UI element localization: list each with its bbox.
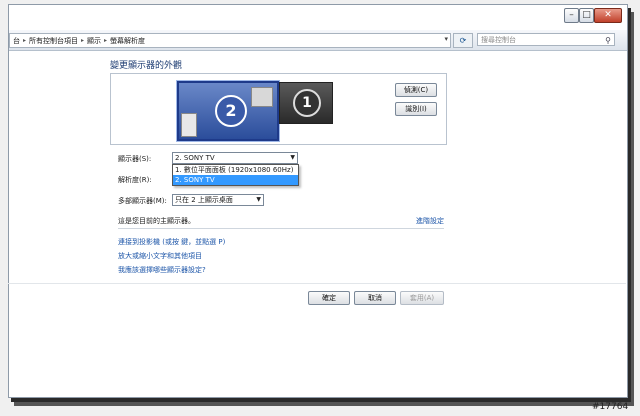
divider xyxy=(118,228,444,229)
advanced-settings-link[interactable]: 進階設定 xyxy=(416,216,444,226)
multi-display-value: 只在 2 上顯示桌面 xyxy=(175,196,233,204)
apply-button[interactable]: 套用(A) xyxy=(400,291,444,305)
dropdown-option[interactable]: 1. 數位平面面板 (1920x1080 60Hz) xyxy=(173,165,298,175)
dropdown-option[interactable]: 2. SONY TV xyxy=(173,175,298,185)
monitor-2[interactable]: 2 xyxy=(177,81,279,141)
search-icon: ⚲ xyxy=(605,36,611,45)
monitor-number: 1 xyxy=(293,89,321,117)
close-button[interactable]: ✕ xyxy=(594,8,622,23)
window-thumbnail xyxy=(251,87,273,107)
main-display-text: 這是您目前的主顯示器。 xyxy=(118,217,195,225)
address-bar[interactable]: 台 ▸ 所有控制台項目 ▸ 顯示 ▸ 螢幕解析度 ▾ xyxy=(9,33,451,48)
minimize-button[interactable]: – xyxy=(564,8,579,23)
multi-display-label: 多部顯示器(M): xyxy=(118,197,167,205)
address-toolbar: 台 ▸ 所有控制台項目 ▸ 顯示 ▸ 螢幕解析度 ▾ ⟳ 搜尋控制台 ⚲ xyxy=(9,30,627,51)
display-dropdown-list: 1. 數位平面面板 (1920x1080 60Hz) 2. SONY TV xyxy=(172,164,299,186)
page-title: 變更顯示器的外觀 xyxy=(110,61,183,71)
detect-button[interactable]: 偵測(C) xyxy=(395,83,437,97)
resolution-label: 解析度(R): xyxy=(118,176,152,184)
monitor-1[interactable]: 1 xyxy=(279,82,333,124)
watermark: #17764 xyxy=(592,402,629,412)
multi-display-select[interactable]: 只在 2 上顯示桌面 ▼ xyxy=(172,194,264,206)
breadcrumb-item[interactable]: 所有控制台項目 xyxy=(26,36,81,46)
divider xyxy=(8,283,626,284)
maximize-button[interactable]: □ xyxy=(579,8,594,23)
breadcrumb-item[interactable]: 台 xyxy=(10,36,23,46)
display-select[interactable]: 2. SONY TV ▼ xyxy=(172,152,298,164)
cancel-button[interactable]: 取消 xyxy=(354,291,396,305)
text-size-link[interactable]: 放大或縮小文字和其他項目 xyxy=(118,251,202,261)
projector-link[interactable]: 連接到投影機 (或按 鍵，並點選 P) xyxy=(118,237,225,247)
title-bar: – □ ✕ xyxy=(9,5,627,29)
search-input[interactable]: 搜尋控制台 ⚲ xyxy=(477,33,615,46)
help-link[interactable]: 我應該選擇哪些顯示器設定? xyxy=(118,265,206,275)
chevron-down-icon[interactable]: ▾ xyxy=(444,35,448,43)
window-thumbnail xyxy=(181,113,197,137)
breadcrumb-item[interactable]: 螢幕解析度 xyxy=(107,36,148,46)
chevron-down-icon: ▼ xyxy=(290,154,295,161)
search-placeholder: 搜尋控制台 xyxy=(481,36,516,44)
monitor-preview: 2 1 偵測(C) 識別(I) xyxy=(110,73,447,145)
monitor-number: 2 xyxy=(215,95,247,127)
refresh-icon[interactable]: ⟳ xyxy=(453,33,473,48)
display-label: 顯示器(S): xyxy=(118,155,152,163)
ok-button[interactable]: 確定 xyxy=(308,291,350,305)
chevron-down-icon: ▼ xyxy=(256,196,261,203)
identify-button[interactable]: 識別(I) xyxy=(395,102,437,116)
breadcrumb-item[interactable]: 顯示 xyxy=(84,36,104,46)
display-select-value: 2. SONY TV xyxy=(175,154,215,162)
control-panel-window: – □ ✕ 台 ▸ 所有控制台項目 ▸ 顯示 ▸ 螢幕解析度 ▾ ⟳ 搜尋控制台… xyxy=(8,4,628,398)
